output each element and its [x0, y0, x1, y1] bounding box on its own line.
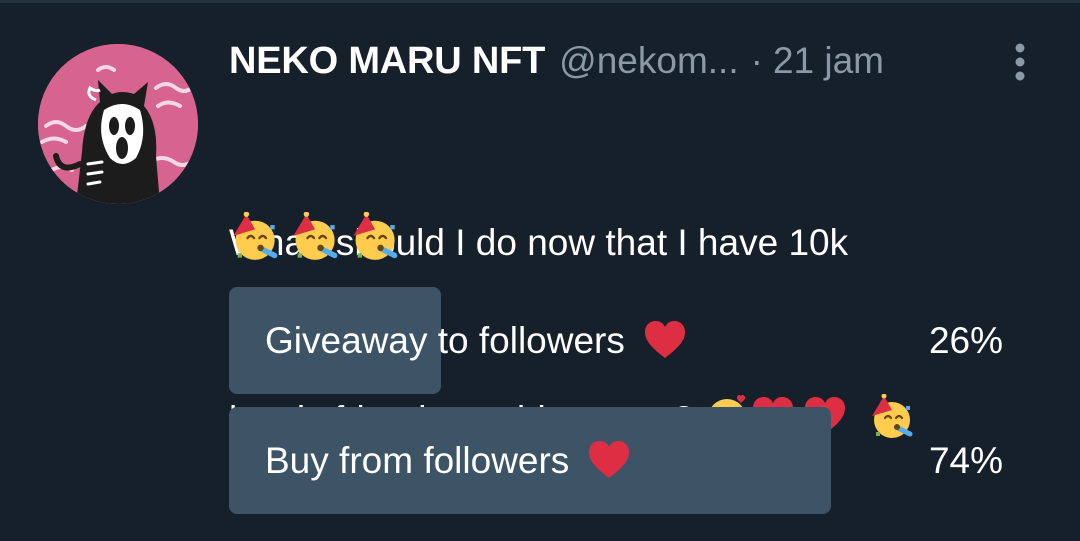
poll-option-percent: 26%: [928, 319, 1003, 361]
display-name[interactable]: NEKO MARU NFT: [229, 40, 545, 83]
tweet-emoji-row: [229, 212, 399, 264]
poll-option-label-container: Buy from followers: [265, 407, 635, 514]
red-heart-icon: [583, 438, 635, 484]
avatar-image: [38, 44, 198, 204]
poll-option-giveaway[interactable]: Giveaway to followers 26%: [229, 287, 1003, 394]
poll-option-label: Giveaway to followers: [265, 319, 625, 361]
user-handle[interactable]: @nekom...: [559, 40, 738, 82]
poll-option-percent: 74%: [928, 439, 1003, 481]
timestamp[interactable]: 21 jam: [773, 40, 884, 82]
avatar[interactable]: [38, 44, 198, 204]
top-divider: [0, 0, 1080, 3]
more-options-icon[interactable]: [1009, 40, 1031, 84]
poll-option-buy[interactable]: Buy from followers 74%: [229, 407, 1003, 514]
red-heart-icon: [639, 318, 691, 364]
partying-face-icon: [289, 212, 339, 262]
separator-dot: ·: [750, 40, 763, 81]
partying-face-icon: [229, 212, 279, 262]
partying-face-icon: [349, 212, 399, 262]
poll-option-label: Buy from followers: [265, 439, 570, 481]
tweet-header: NEKO MARU NFT @nekom... · 21 jam: [229, 36, 884, 86]
poll-option-label-container: Giveaway to followers: [265, 287, 691, 394]
